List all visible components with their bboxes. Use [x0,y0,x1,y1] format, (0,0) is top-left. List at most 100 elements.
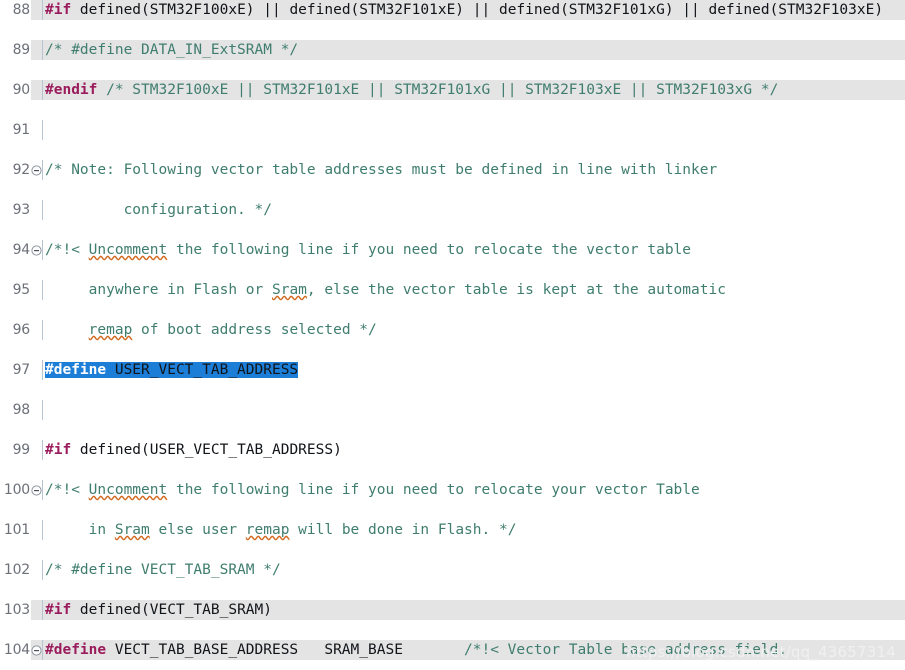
preprocessor-keyword: #define [45,642,107,658]
misspelled-word: remap [245,522,290,538]
code-line[interactable]: 96 remap of boot address selected */ [0,320,905,340]
line-number: 94 [0,240,31,260]
preprocessor-keyword: #if [45,442,72,458]
code-text[interactable]: configuration. */ [45,200,272,220]
fold-collapse-icon[interactable] [31,245,42,256]
code-text[interactable]: /*!< Uncomment the following line if you… [45,480,700,500]
preprocessor-keyword: #endif [45,82,98,98]
code-line[interactable]: 93 configuration. */ [0,200,905,220]
selected-text[interactable]: #define USER_VECT_TAB_ADDRESS [45,362,299,378]
comment-text: /* Note: Following vector table addresse… [45,162,718,178]
fold-collapse-icon[interactable] [31,165,42,176]
code-line[interactable]: 99 #if defined(USER_VECT_TAB_ADDRESS) [0,440,905,460]
fold-collapse-icon[interactable] [31,645,42,656]
preprocessor-keyword: #if [45,2,72,18]
line-number: 101 [0,520,31,540]
code-text[interactable]: /* #define DATA_IN_ExtSRAM */ [45,40,298,60]
line-number: 96 [0,320,31,340]
code-text[interactable]: #endif /* STM32F100xE || STM32F101xE || … [45,80,778,100]
code-text[interactable]: #if defined(STM32F100xE) || defined(STM3… [45,0,883,20]
code-line[interactable]: 98 [0,400,905,420]
line-number: 98 [0,400,31,420]
gutter-separator [42,160,43,180]
code-token: defined(STM32F100xE) || defined(STM32F10… [71,2,884,18]
gutter-separator [42,480,43,500]
misspelled-word: Sram [114,522,150,538]
code-line[interactable]: 90 #endif /* STM32F100xE || STM32F101xE |… [0,80,905,100]
code-text[interactable]: #if defined(USER_VECT_TAB_ADDRESS) [45,440,342,460]
code-line[interactable]: 97 #define USER_VECT_TAB_ADDRESS [0,360,905,380]
line-number: 88 [0,0,31,20]
line-number: 91 [0,120,31,140]
line-number: 97 [0,360,31,380]
comment-text: /* STM32F100xE || STM32F101xE || STM32F1… [97,82,779,98]
code-text[interactable]: /* Note: Following vector table addresse… [45,160,717,180]
line-number: 100 [0,480,31,500]
comment-text: /*!< [45,242,89,258]
comment-text: the following line if you need to reloca… [167,242,692,258]
code-text[interactable]: anywhere in Flash or Sram, else the vect… [45,280,726,300]
code-text[interactable]: /* #define VECT_TAB_SRAM */ [45,560,281,580]
comment-text: /*!< Vector Table base address field. [464,642,788,658]
code-line[interactable]: 92 /* Note: Following vector table addres… [0,160,905,180]
code-text[interactable]: #define USER_VECT_TAB_ADDRESS [45,360,299,380]
code-text[interactable]: #if defined(VECT_TAB_SRAM) [45,600,272,620]
comment-text: else user [149,522,246,538]
code-line[interactable]: 95 anywhere in Flash or Sram, else the v… [0,280,905,300]
code-line[interactable]: 89 /* #define DATA_IN_ExtSRAM */ [0,40,905,60]
code-line[interactable]: 94 /*!< Uncomment the following line if y… [0,240,905,260]
gutter-separator [42,320,43,340]
line-number: 90 [0,80,31,100]
comment-text: , else the vector table is kept at the a… [306,282,726,298]
code-text[interactable]: remap of boot address selected */ [45,320,377,340]
gutter-separator [42,80,43,100]
code-token: defined(USER_VECT_TAB_ADDRESS) [71,442,342,458]
code-line[interactable]: 100 /*!< Uncomment the following line if … [0,480,905,500]
code-text[interactable]: /*!< Uncomment the following line if you… [45,240,691,260]
line-number: 95 [0,280,31,300]
gutter-separator [42,200,43,220]
gutter-separator [42,600,43,620]
code-lines-container[interactable]: 88 #if defined(STM32F100xE) || defined(ST… [0,0,905,670]
gutter-separator [42,360,43,380]
comment-text: /*!< [45,482,89,498]
gutter-separator [42,440,43,460]
gutter-separator [42,400,43,420]
line-number: 89 [0,40,31,60]
gutter-separator [42,240,43,260]
code-text[interactable]: in Sram else user remap will be done in … [45,520,517,540]
code-token: VECT_TAB_BASE_ADDRESS SRAM_BASE [106,642,465,658]
misspelled-word: remap [88,322,133,338]
gutter-separator [42,120,43,140]
gutter-separator [42,0,43,20]
comment-text [45,322,89,338]
comment-text: will be done in Flash. */ [289,522,517,538]
comment-text: configuration. */ [45,202,272,218]
code-line[interactable]: 88 #if defined(STM32F100xE) || defined(ST… [0,0,905,20]
preprocessor-keyword: #define [45,362,107,378]
gutter-separator [42,560,43,580]
code-editor[interactable]: 88 #if defined(STM32F100xE) || defined(ST… [0,0,905,670]
gutter-separator [42,280,43,300]
line-number: 102 [0,560,31,580]
code-token: USER_VECT_TAB_ADDRESS [106,362,299,378]
code-line[interactable]: 91 [0,120,905,140]
comment-text: anywhere in Flash or [45,282,272,298]
code-line[interactable]: 101 in Sram else user remap will be done… [0,520,905,540]
code-line[interactable]: 102 /* #define VECT_TAB_SRAM */ [0,560,905,580]
comment-text: in [45,522,115,538]
line-number: 92 [0,160,31,180]
code-token: defined(VECT_TAB_SRAM) [71,602,272,618]
comment-text: of boot address selected */ [132,322,377,338]
code-line[interactable]: 103 #if defined(VECT_TAB_SRAM) [0,600,905,620]
misspelled-word: Uncomment [88,482,168,498]
misspelled-word: Uncomment [88,242,168,258]
misspelled-word: Sram [271,282,307,298]
line-number: 104 [0,640,31,660]
fold-collapse-icon[interactable] [31,485,42,496]
gutter-separator [42,520,43,540]
gutter-separator [42,640,43,660]
code-line[interactable]: 104 #define VECT_TAB_BASE_ADDRESS SRAM_BA… [0,640,905,660]
code-text[interactable]: #define VECT_TAB_BASE_ADDRESS SRAM_BASE … [45,640,787,660]
comment-text: the following line if you need to reloca… [167,482,700,498]
